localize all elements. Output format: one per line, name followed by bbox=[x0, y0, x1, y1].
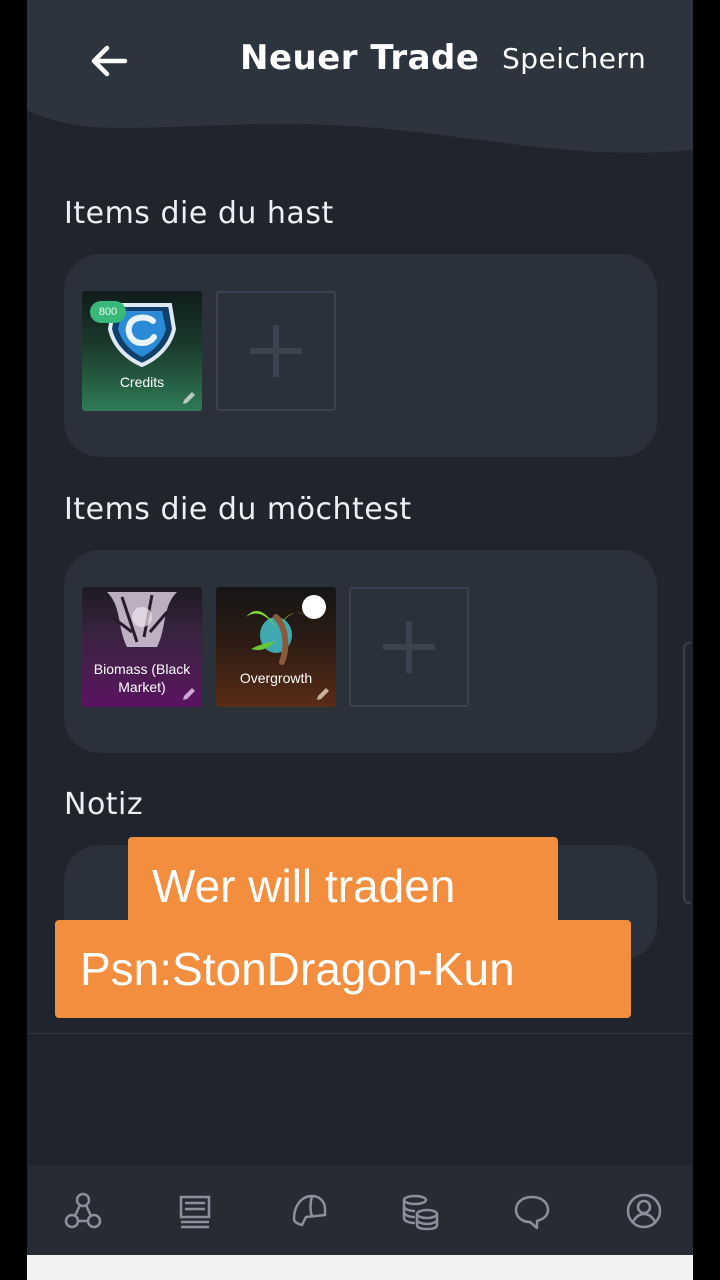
item-tile-credits[interactable]: 800 Credits bbox=[82, 291, 202, 411]
add-item-button[interactable] bbox=[216, 291, 336, 411]
caption-line1: Wer will traden bbox=[152, 860, 456, 912]
header: Neuer Trade Speichern bbox=[27, 0, 693, 160]
system-bottom-bar bbox=[27, 1255, 693, 1280]
divider bbox=[27, 1033, 693, 1034]
scrollbar[interactable] bbox=[683, 642, 691, 904]
arrow-left-icon bbox=[91, 45, 128, 77]
nav-profile[interactable] bbox=[624, 1191, 664, 1231]
have-items-panel: 800 Credits bbox=[64, 254, 657, 457]
profile-icon bbox=[626, 1193, 662, 1229]
monitor-icon bbox=[179, 1195, 211, 1229]
chat-icon bbox=[514, 1195, 550, 1230]
helmet-icon bbox=[292, 1194, 327, 1227]
nav-coins[interactable] bbox=[400, 1191, 440, 1231]
save-button[interactable]: Speichern bbox=[502, 42, 646, 75]
item-tile-biomass[interactable]: Biomass (Black Market) bbox=[82, 587, 202, 707]
caption-line2: Psn:StonDragon-Kun bbox=[80, 943, 515, 995]
plus-icon bbox=[250, 325, 302, 377]
bottom-navigation bbox=[27, 1165, 693, 1255]
nav-network[interactable] bbox=[63, 1191, 103, 1231]
note-section-title: Notiz bbox=[64, 787, 144, 822]
item-quantity-badge: 800 bbox=[90, 301, 126, 323]
plus-icon bbox=[383, 621, 435, 673]
have-section-title: Items die du hast bbox=[64, 196, 334, 231]
overgrowth-decal-icon bbox=[246, 595, 326, 665]
item-tile-overgrowth[interactable]: Overgrowth bbox=[216, 587, 336, 707]
app-screen: Neuer Trade Speichern Items die du hast … bbox=[27, 0, 693, 1255]
edit-pencil-icon[interactable] bbox=[180, 389, 198, 407]
edit-pencil-icon[interactable] bbox=[314, 685, 332, 703]
nav-monitor[interactable] bbox=[175, 1191, 215, 1231]
page-title: Neuer Trade bbox=[240, 38, 480, 78]
nav-chat[interactable] bbox=[512, 1191, 552, 1231]
nav-helmet[interactable] bbox=[288, 1191, 328, 1231]
coins-icon bbox=[402, 1194, 439, 1231]
back-button[interactable] bbox=[87, 40, 131, 84]
network-icon bbox=[64, 1192, 102, 1229]
want-items-panel: Biomass (Black Market) Overgrowth bbox=[64, 550, 657, 753]
item-label-line1: Biomass (Black bbox=[93, 661, 191, 677]
caption-line2-box: Psn:StonDragon-Kun bbox=[55, 920, 631, 1018]
want-section-title: Items die du möchtest bbox=[64, 492, 412, 527]
edit-pencil-icon[interactable] bbox=[180, 685, 198, 703]
add-item-button[interactable] bbox=[349, 587, 469, 707]
biomass-decal-icon bbox=[107, 592, 177, 647]
